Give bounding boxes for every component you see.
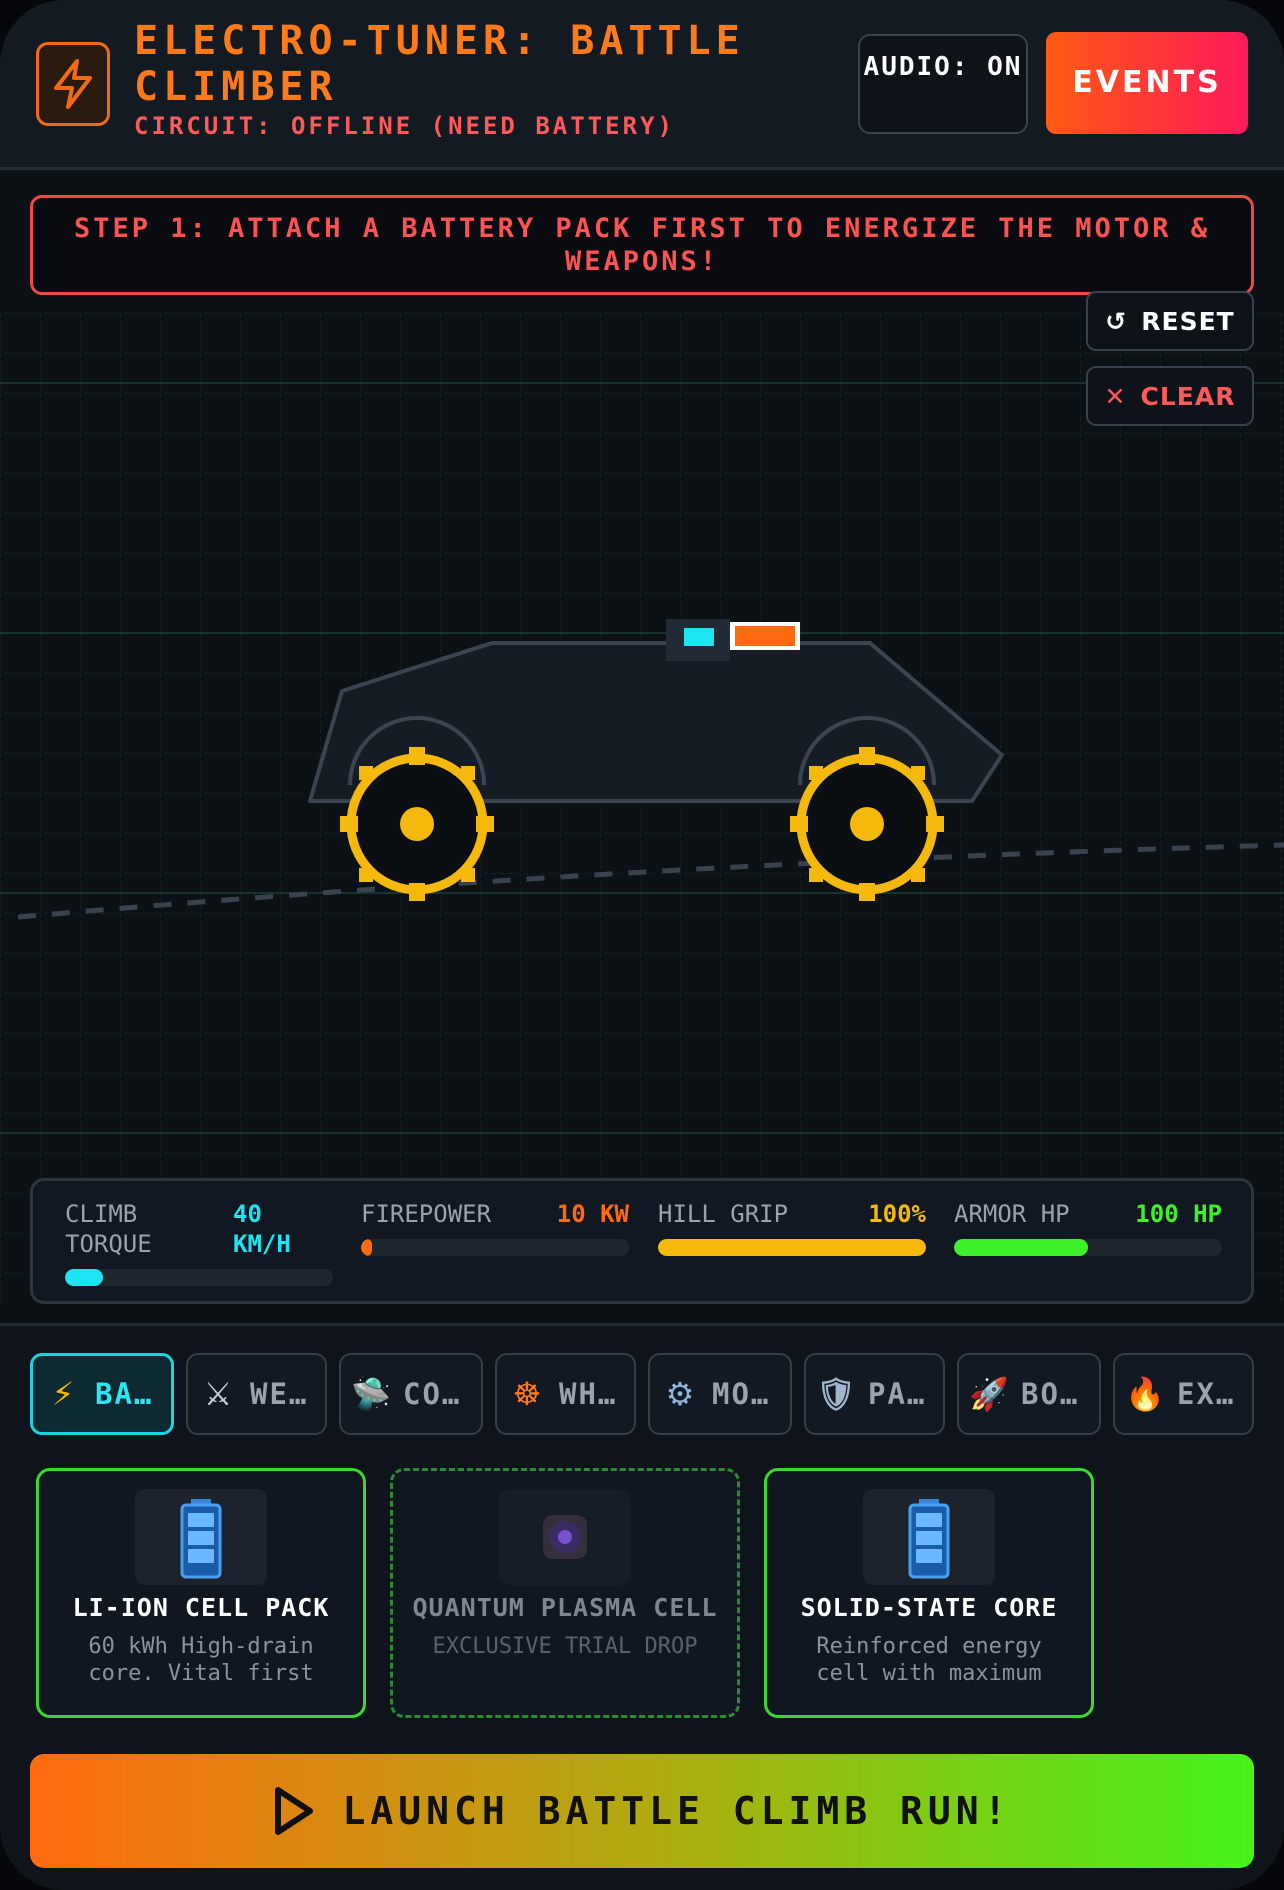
lightning-bolt-icon — [36, 42, 110, 126]
card-title: QUANTUM PLASMA CELL — [412, 1593, 718, 1622]
tab-weapons[interactable]: ⚔ WE… — [186, 1353, 327, 1435]
battery-icon — [135, 1489, 267, 1585]
tab-exhaust[interactable]: 🔥 EX… — [1113, 1353, 1254, 1435]
circuit-status: CIRCUIT: OFFLINE (NEED BATTERY) — [134, 112, 675, 140]
header: ELECTRO-TUNER: BATTLE CLIMBER CIRCUIT: O… — [0, 0, 1284, 170]
stat-value: 40 KM/H — [233, 1200, 291, 1258]
vehicle-scene — [17, 619, 1284, 920]
garage-stage: STEP 1: ATTACH A BATTERY PACK FIRST TO E… — [0, 173, 1284, 1323]
stat-label: CLIMB TORQUE — [65, 1200, 152, 1258]
tab-label: WE… — [250, 1377, 309, 1411]
tab-cockpit[interactable]: 🛸 CO… — [339, 1353, 483, 1435]
tab-label: CO… — [403, 1377, 462, 1411]
tab-paint[interactable]: 🛡 PA… — [804, 1353, 945, 1435]
tab-motor[interactable]: ⚙ MO… — [648, 1353, 792, 1435]
battery-icon — [863, 1489, 995, 1585]
stat-bar — [954, 1239, 1222, 1256]
hill-terrain-line — [17, 842, 1284, 920]
part-card-solid-state[interactable]: SOLID-STATE CORE Reinforced energy cell … — [764, 1468, 1094, 1718]
tab-label: BO… — [1021, 1377, 1080, 1411]
card-description: Reinforced energy cell with maximum — [816, 1634, 1042, 1685]
tab-boost[interactable]: 🚀 BO… — [957, 1353, 1101, 1435]
stat-value: 100 HP — [1135, 1200, 1222, 1228]
launch-label: LAUNCH BATTLE CLIMB RUN! — [342, 1789, 1012, 1833]
stat-bar-fill — [65, 1269, 103, 1286]
fire-icon: 🔥 — [1125, 1375, 1167, 1413]
tab-label: PA… — [868, 1377, 927, 1411]
stat-label: ARMOR HP — [954, 1200, 1070, 1228]
rear-wheel-icon — [790, 747, 944, 901]
stat-bar — [658, 1239, 926, 1256]
stat-bar-fill — [954, 1239, 1088, 1256]
stat-label: HILL GRIP — [658, 1200, 789, 1228]
launch-run-button[interactable]: LAUNCH BATTLE CLIMB RUN! — [30, 1754, 1254, 1868]
card-description: 60 kWh High-drain core. Vital first — [88, 1634, 314, 1685]
card-description: EXCLUSIVE TRIAL DROP — [432, 1634, 698, 1659]
plasma-cell-icon — [499, 1489, 631, 1585]
play-icon — [275, 1787, 314, 1835]
part-card-quantum-plasma[interactable]: QUANTUM PLASMA CELL EXCLUSIVE TRIAL DROP — [390, 1468, 740, 1718]
card-title: LI-ION CELL PACK — [72, 1593, 330, 1622]
stat-bar — [65, 1269, 333, 1286]
stats-panel: CLIMB TORQUE 40 KM/H FIREPOWER 10 KW HIL… — [30, 1178, 1254, 1304]
shield-icon: 🛡 — [815, 1375, 859, 1413]
stat-bar-fill — [361, 1239, 372, 1256]
audio-toggle-button[interactable]: AUDIO: ON — [858, 34, 1028, 134]
stat-bar — [361, 1239, 629, 1256]
rocket-icon: 🚀 — [969, 1375, 1011, 1413]
tab-label: BA… — [95, 1377, 154, 1411]
lightning-icon: ⚡ — [51, 1375, 77, 1413]
app-screen: ELECTRO-TUNER: BATTLE CLIMBER CIRCUIT: O… — [0, 0, 1284, 1890]
part-card-li-ion[interactable]: LI-ION CELL PACK 60 kWh High-drain core.… — [36, 1468, 366, 1718]
card-title: SOLID-STATE CORE — [800, 1593, 1058, 1622]
stat-value: 100% — [868, 1200, 926, 1228]
tab-label: MO… — [712, 1377, 771, 1411]
tab-label: WH… — [559, 1377, 618, 1411]
wheel-icon: ☸ — [512, 1375, 544, 1413]
stat-label: FIREPOWER — [361, 1200, 492, 1228]
app-title: ELECTRO-TUNER: BATTLE CLIMBER — [134, 18, 745, 110]
tab-wheels[interactable]: ☸ WH… — [495, 1353, 636, 1435]
flying-saucer-icon: 🛸 — [351, 1375, 393, 1413]
events-button[interactable]: EVENTS — [1046, 32, 1248, 134]
gear-icon: ⚙ — [665, 1375, 697, 1413]
tab-battery[interactable]: ⚡ BA… — [30, 1353, 174, 1435]
stat-value: 10 KW — [556, 1200, 629, 1228]
crossed-swords-icon: ⚔ — [203, 1375, 235, 1413]
front-wheel-icon — [340, 747, 494, 901]
stat-bar-fill — [658, 1239, 926, 1256]
tab-label: EX… — [1177, 1377, 1236, 1411]
parts-panel: ⚡ BA… ⚔ WE… 🛸 CO… ☸ WH… ⚙ MO… 🛡 PA… 🚀 BO… — [0, 1323, 1284, 1890]
